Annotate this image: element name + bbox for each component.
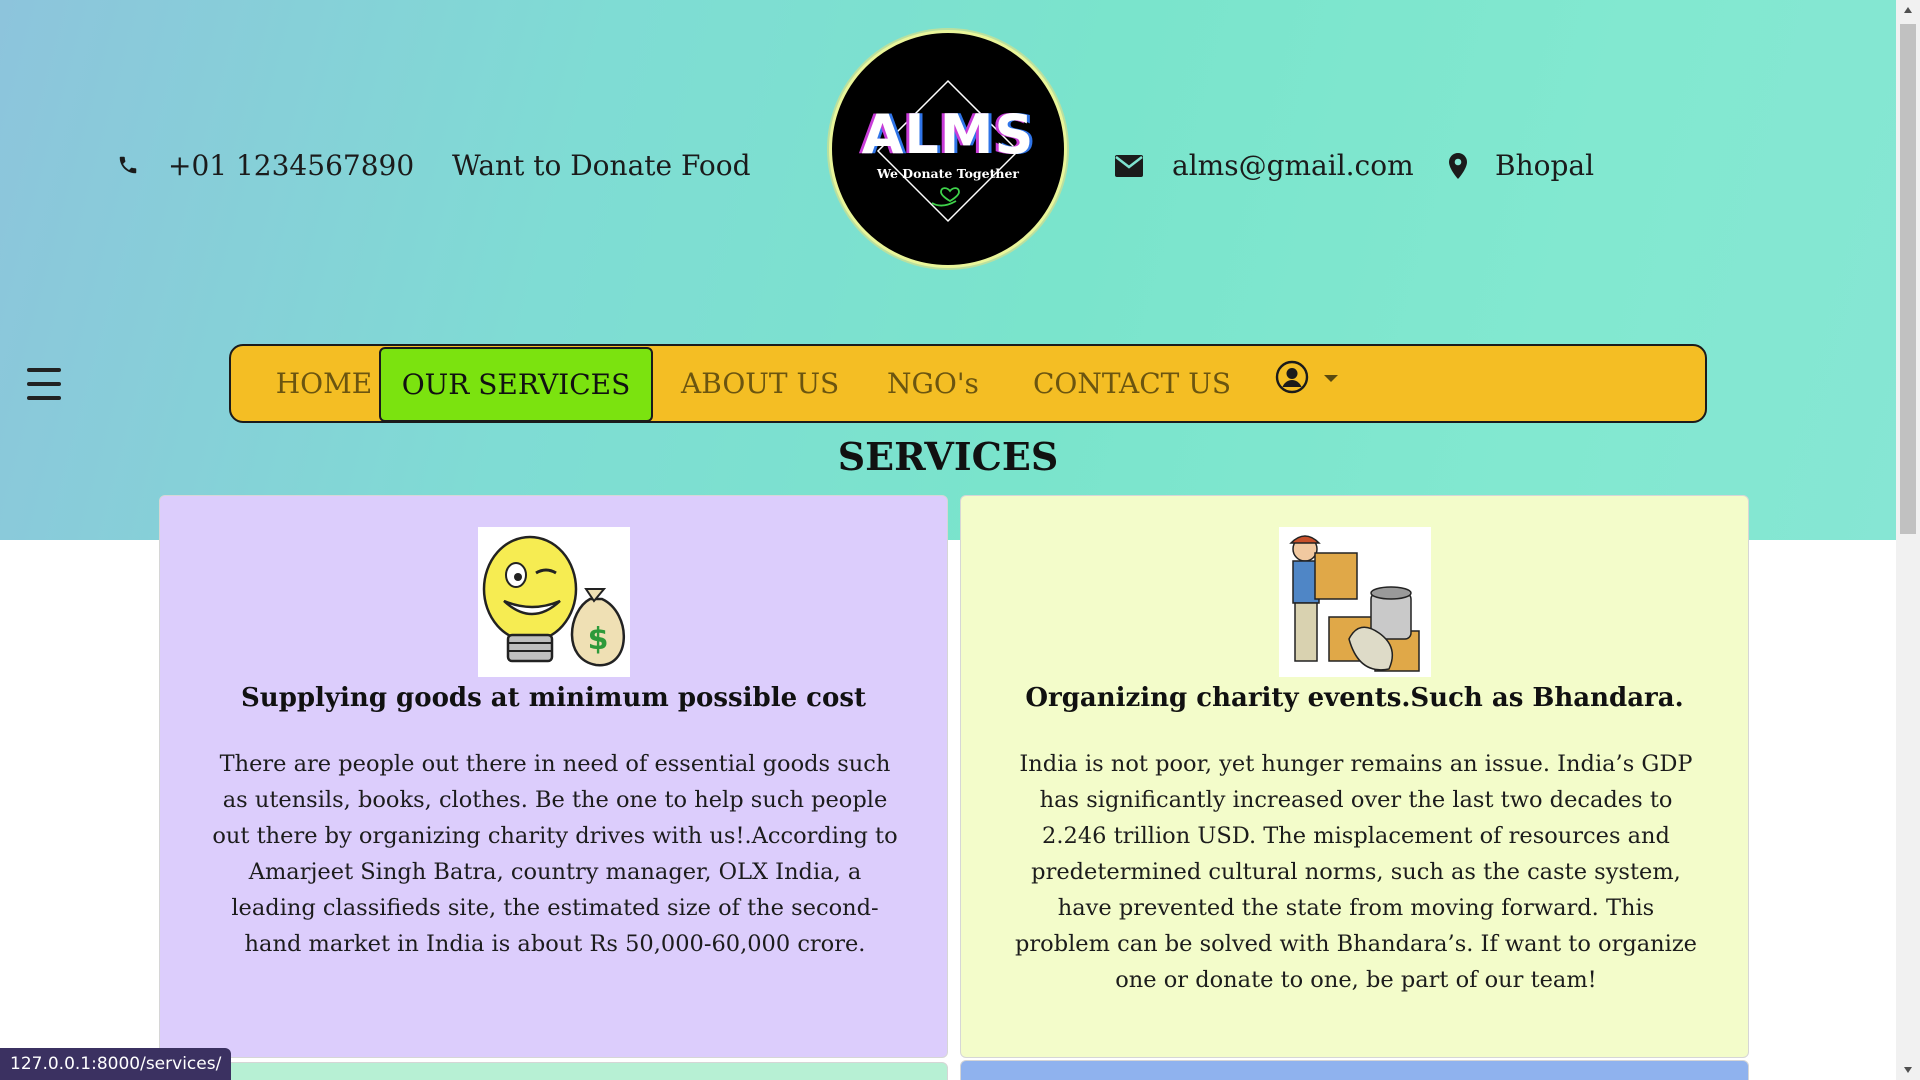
card-title: Organizing charity events.Such as Bhanda… — [1025, 683, 1684, 713]
card-text-line: have prevented the state from moving for… — [1057, 895, 1655, 921]
card-description: India is not poor, yet hunger remains an… — [1001, 746, 1711, 998]
card-text-line: leading classifieds site, the estimated … — [231, 895, 879, 921]
user-circle-icon — [1275, 360, 1309, 394]
logo-title: ALMS — [861, 103, 1035, 166]
svg-text:$: $ — [588, 622, 609, 657]
card-text-line: Amarjeet Singh Batra, country manager, O… — [248, 859, 862, 885]
lightbulb-money-illustration: $ — [478, 527, 630, 677]
card-text-line: hand market in India is about Rs 50,000-… — [244, 931, 866, 957]
logo-tagline: We Donate Together — [876, 166, 1020, 181]
card-title: Supplying goods at minimum possible cost — [241, 683, 866, 713]
card-text-line: has significantly increased over the las… — [1039, 787, 1673, 813]
card-text-line: out there by organizing charity drives w… — [212, 823, 898, 849]
card-description: There are people out there in need of es… — [200, 746, 910, 962]
heart-hand-icon — [931, 187, 960, 207]
nav-ngos[interactable]: NGO's — [887, 346, 979, 421]
phone-icon — [115, 152, 141, 178]
envelope-icon — [1114, 154, 1144, 178]
map-marker-icon — [1447, 152, 1469, 180]
nav-our-services[interactable]: OUR SERVICES — [379, 347, 653, 422]
card-text-line: 2.246 trillion USD. The misplacement of … — [1042, 823, 1670, 849]
email-address[interactable]: alms@gmail.com — [1172, 146, 1414, 186]
scrollbar-thumb[interactable] — [1900, 24, 1916, 534]
link-status-url: 127.0.0.1:8000/services/ — [0, 1048, 232, 1080]
nav-contact-us[interactable]: CONTACT US — [1033, 346, 1231, 421]
scroll-up-arrow-icon[interactable] — [1896, 0, 1920, 20]
card-text-line: one or donate to one, be part of our tea… — [1115, 967, 1597, 993]
card-text-line: problem can be solved with Bhandara’s. I… — [1014, 931, 1697, 957]
service-card-charity-events: Organizing charity events.Such as Bhanda… — [960, 495, 1749, 1058]
card-text-line: predetermined cultural norms, such as th… — [1031, 859, 1681, 885]
card-text-line: There are people out there in need of es… — [219, 751, 891, 777]
nav-about-us[interactable]: ABOUT US — [681, 346, 839, 421]
phone-number[interactable]: +01 1234567890 — [168, 146, 414, 186]
nav-home[interactable]: HOME — [261, 346, 387, 421]
donate-food-link[interactable]: Want to Donate Food — [452, 146, 751, 186]
page-title: SERVICES — [837, 434, 1059, 479]
service-card-3 — [159, 1062, 948, 1080]
alms-logo[interactable]: ALMS We Donate Together — [829, 30, 1067, 268]
hamburger-menu-icon[interactable] — [27, 368, 61, 400]
caret-down-icon — [1324, 375, 1338, 382]
delivery-boxes-illustration — [1279, 527, 1431, 677]
service-card-supplying-goods: $ Supplying goods at minimum possible co… — [159, 495, 948, 1058]
user-account-dropdown[interactable] — [1275, 360, 1355, 400]
card-text-line: as utensils, books, clothes. Be the one … — [222, 787, 888, 813]
location-text: Bhopal — [1495, 149, 1595, 182]
main-navbar: HOME OUR SERVICES ABOUT US NGO's CONTACT… — [229, 344, 1707, 423]
scroll-down-arrow-icon[interactable] — [1896, 1060, 1920, 1080]
card-text-line: India is not poor, yet hunger remains an… — [1019, 751, 1693, 777]
service-card-4 — [960, 1060, 1749, 1080]
